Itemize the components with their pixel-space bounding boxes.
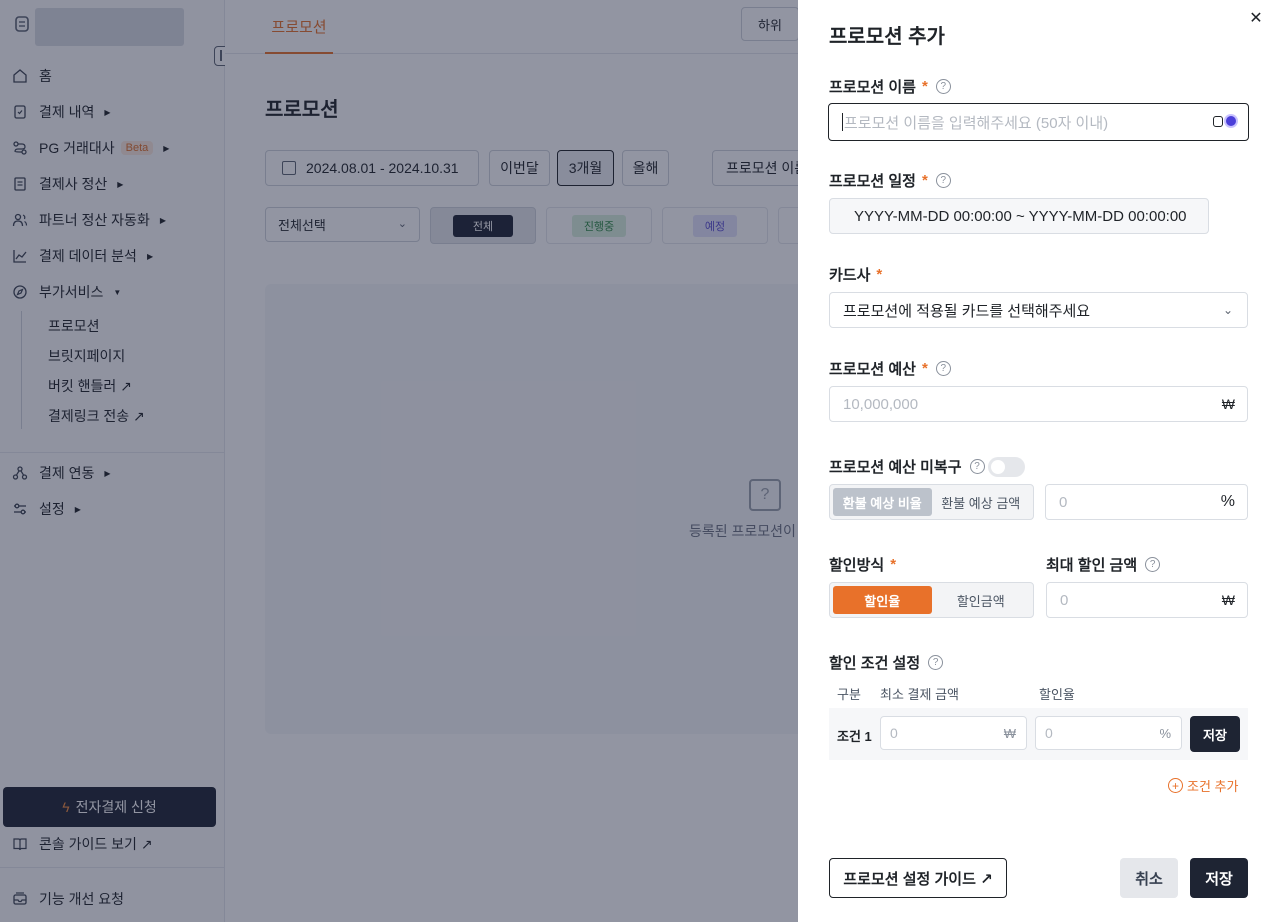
- required-mark: *: [876, 266, 883, 283]
- max-discount-input[interactable]: 0 ₩: [1046, 582, 1248, 618]
- discount-method-segmented: 할인율 할인금액: [829, 582, 1034, 618]
- discount-method-label: 할인방식 *: [829, 554, 896, 575]
- promotion-schedule-input[interactable]: YYYY-MM-DD 00:00:00 ~ YYYY-MM-DD 00:00:0…: [829, 198, 1209, 234]
- condition-row-label: 조건 1: [837, 729, 872, 744]
- budget-label-text: 프로모션 예산: [829, 361, 916, 378]
- refund-value-placeholder: 0: [1059, 493, 1068, 511]
- save-button[interactable]: 저장: [1190, 858, 1248, 898]
- required-mark: *: [921, 172, 928, 189]
- condition-min-amount-placeholder: 0: [890, 725, 898, 741]
- chevron-down-icon: ⌄: [1222, 303, 1233, 317]
- discount-rate-option[interactable]: 할인율: [833, 586, 932, 614]
- discount-amount-option[interactable]: 할인금액: [932, 586, 1031, 614]
- budget-no-restore-toggle[interactable]: [988, 457, 1025, 477]
- help-icon[interactable]: ?: [935, 79, 951, 94]
- drawer-title: 프로모션 추가: [829, 26, 945, 48]
- budget-input[interactable]: 10,000,000 ₩: [829, 386, 1248, 422]
- percent-unit: %: [1159, 725, 1171, 741]
- max-discount-label-text: 최대 할인 금액: [1046, 557, 1138, 574]
- card-company-value: 프로모션에 적용될 카드를 선택해주세요: [843, 302, 1091, 320]
- add-condition-label: 조건 추가: [1187, 779, 1239, 794]
- promotion-schedule-value: YYYY-MM-DD 00:00:00 ~ YYYY-MM-DD 00:00:0…: [854, 207, 1187, 225]
- promotion-name-label: 프로모션 이름 * ?: [829, 76, 951, 97]
- percent-unit: %: [1220, 493, 1235, 510]
- max-discount-label: 최대 할인 금액 ?: [1046, 554, 1161, 575]
- refund-amount-option[interactable]: 환불 예상 금액: [932, 488, 1031, 516]
- max-discount-placeholder: 0: [1060, 591, 1069, 609]
- condition-rate-placeholder: 0: [1045, 725, 1053, 741]
- card-company-select[interactable]: 프로모션에 적용될 카드를 선택해주세요 ⌄: [829, 292, 1248, 328]
- help-icon[interactable]: ?: [969, 459, 985, 474]
- won-unit: ₩: [1221, 396, 1235, 412]
- condition-header-type: 구분: [837, 687, 861, 702]
- password-manager-icon[interactable]: [1213, 114, 1238, 128]
- help-icon[interactable]: ?: [935, 173, 951, 188]
- required-mark: *: [921, 78, 928, 95]
- budget-no-restore-label: 프로모션 예산 미복구 ?: [829, 456, 985, 477]
- add-condition-button[interactable]: + 조건 추가: [1168, 776, 1238, 795]
- promotion-name-placeholder: 프로모션 이름을 입력해주세요 (50자 이내): [844, 114, 1109, 132]
- condition-header-min-amount: 최소 결제 금액: [880, 687, 959, 702]
- text-cursor: [842, 113, 843, 131]
- condition-row: 조건 1 0 ₩ 0 % 저장: [829, 708, 1248, 760]
- budget-placeholder: 10,000,000: [843, 395, 919, 413]
- promotion-name-input[interactable]: 프로모션 이름을 입력해주세요 (50자 이내): [828, 103, 1249, 141]
- condition-rate-input[interactable]: 0 %: [1035, 716, 1182, 750]
- card-company-label: 카드사 *: [829, 264, 882, 285]
- required-mark: *: [921, 360, 928, 377]
- plus-circle-icon: +: [1168, 778, 1183, 793]
- condition-header-rate: 할인율: [1039, 687, 1075, 702]
- help-icon[interactable]: ?: [1145, 557, 1161, 572]
- budget-no-restore-label-text: 프로모션 예산 미복구: [829, 459, 962, 476]
- condition-save-button[interactable]: 저장: [1190, 716, 1240, 752]
- won-unit: ₩: [1003, 725, 1016, 741]
- promotion-schedule-label-text: 프로모션 일정: [829, 173, 916, 190]
- add-promotion-drawer: 프로모션 추가 ✕ 프로모션 이름 * ? 프로모션 이름을 입력해주세요 (5…: [798, 0, 1276, 922]
- promotion-name-label-text: 프로모션 이름: [829, 79, 916, 96]
- help-icon[interactable]: ?: [928, 655, 944, 670]
- cancel-button[interactable]: 취소: [1120, 858, 1178, 898]
- refund-value-input[interactable]: 0 %: [1045, 484, 1248, 520]
- card-company-label-text: 카드사: [829, 267, 871, 284]
- won-unit: ₩: [1221, 592, 1235, 608]
- help-icon[interactable]: ?: [935, 361, 951, 376]
- refund-ratio-option[interactable]: 환불 예상 비율: [833, 488, 932, 516]
- discount-condition-label: 할인 조건 설정 ?: [829, 652, 944, 673]
- refund-type-segmented: 환불 예상 비율 환불 예상 금액: [829, 484, 1034, 520]
- budget-label: 프로모션 예산 * ?: [829, 358, 951, 379]
- required-mark: *: [890, 556, 897, 573]
- condition-min-amount-input[interactable]: 0 ₩: [880, 716, 1027, 750]
- promotion-guide-button[interactable]: 프로모션 설정 가이드 ↗: [829, 858, 1007, 898]
- promotion-schedule-label: 프로모션 일정 * ?: [829, 170, 951, 191]
- discount-condition-label-text: 할인 조건 설정: [829, 655, 921, 672]
- close-icon[interactable]: ✕: [1246, 8, 1266, 28]
- discount-method-label-text: 할인방식: [829, 557, 885, 574]
